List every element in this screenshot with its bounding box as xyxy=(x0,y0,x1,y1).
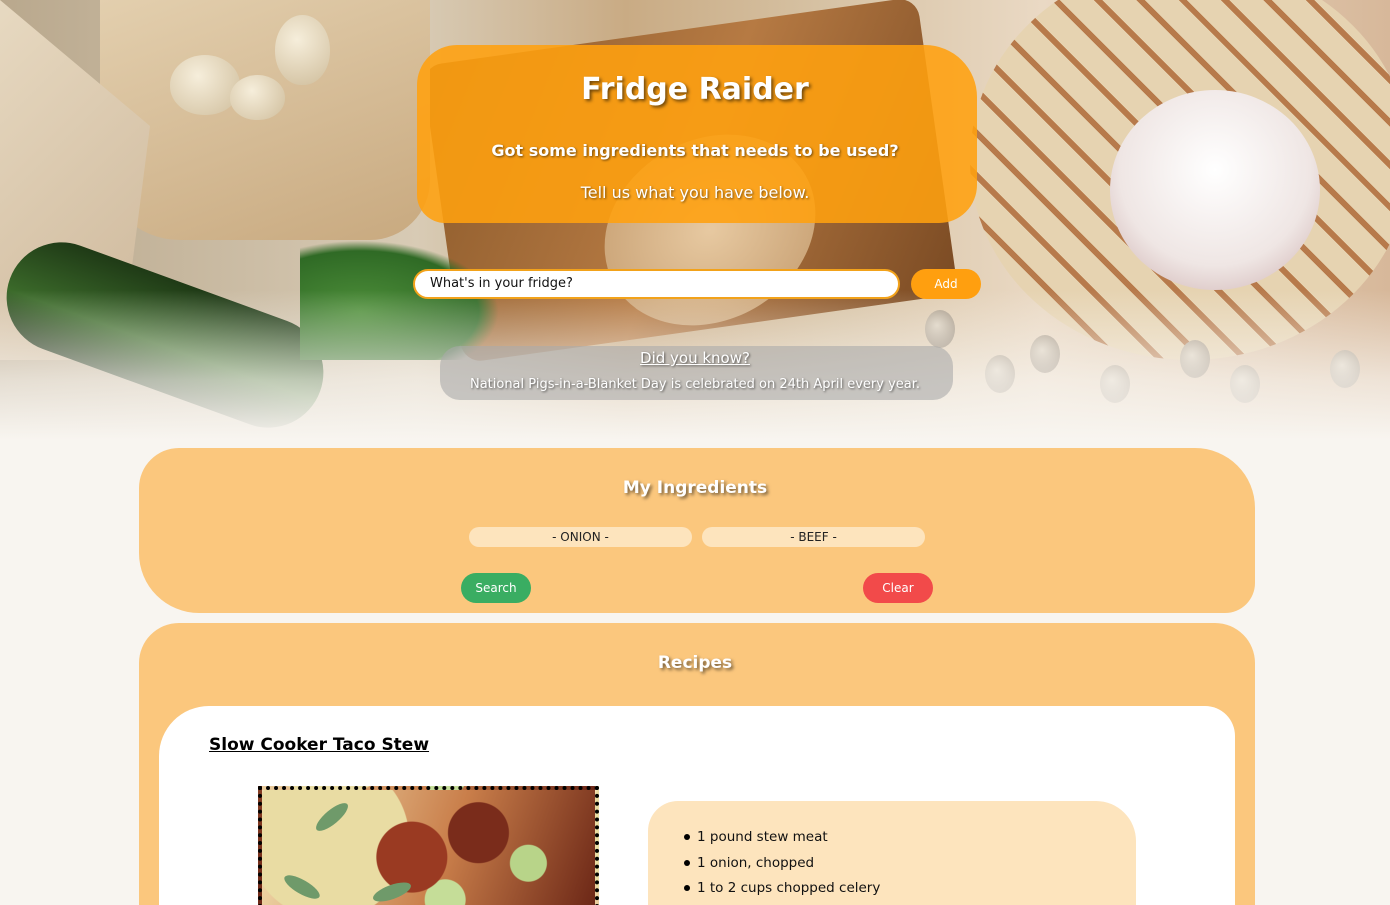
add-button[interactable]: Add xyxy=(911,269,981,299)
clear-button[interactable]: Clear xyxy=(863,573,933,603)
ingredient-chip[interactable]: - BEEF - xyxy=(702,527,925,547)
recipe-title-link[interactable]: Slow Cooker Taco Stew xyxy=(209,735,429,755)
list-item: 1 onion, chopped xyxy=(683,854,880,880)
ingredients-panel xyxy=(139,448,1255,613)
recipe-ingredients-list: 1 pound stew meat 1 onion, chopped 1 to … xyxy=(683,828,880,905)
fact-text: National Pigs-in-a-Blanket Day is celebr… xyxy=(469,377,921,392)
list-item: 1 pound stew meat xyxy=(683,828,880,854)
search-button[interactable]: Search xyxy=(461,573,531,603)
page-title: Fridge Raider xyxy=(581,72,809,107)
paper-bag-image xyxy=(100,0,430,240)
ingredient-input[interactable]: What's in your fridge? xyxy=(413,269,900,299)
fact-title: Did you know? xyxy=(640,349,750,367)
recipe-image xyxy=(258,786,599,905)
recipes-title: Recipes xyxy=(657,653,733,673)
ingredient-chip[interactable]: - ONION - xyxy=(469,527,692,547)
list-item: 1 to 2 cups chopped celery xyxy=(683,879,880,905)
ingredients-title: My Ingredients xyxy=(622,478,768,498)
hero-subtitle: Got some ingredients that needs to be us… xyxy=(491,141,899,160)
hero-prompt: Tell us what you have below. xyxy=(580,183,810,202)
